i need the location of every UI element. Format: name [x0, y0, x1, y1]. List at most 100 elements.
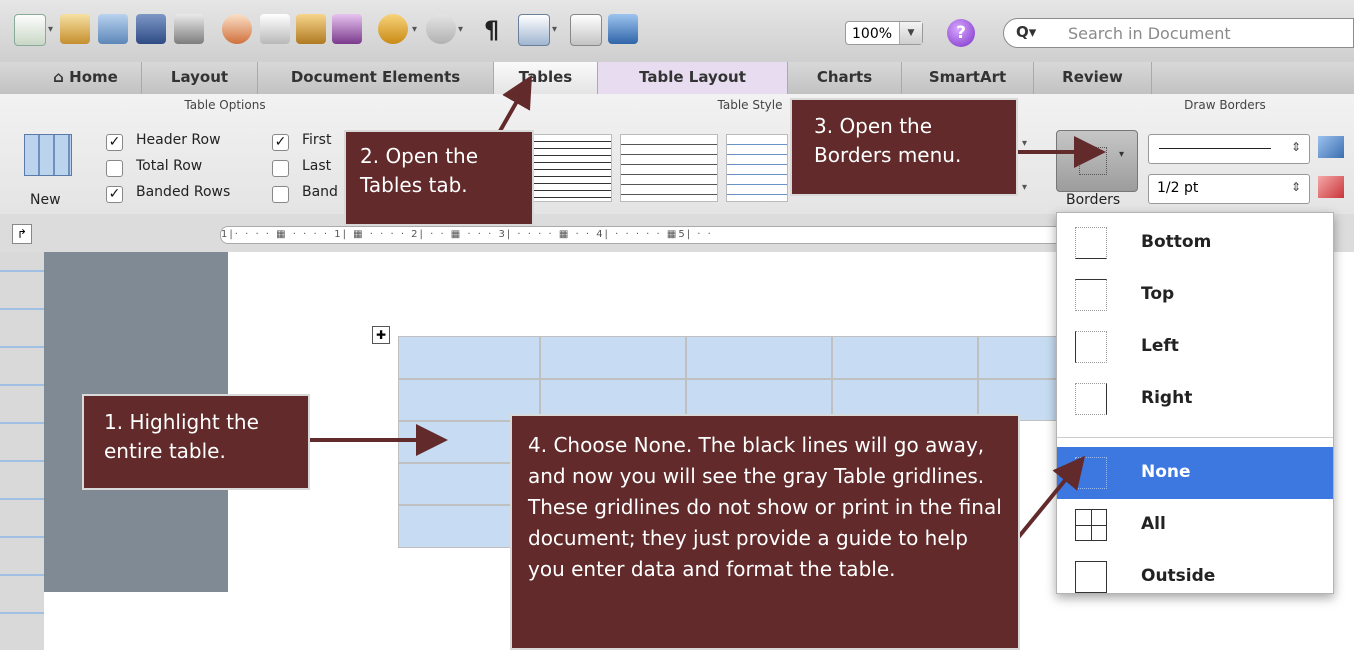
total-row-label: Total Row — [136, 158, 203, 174]
tab-document-elements[interactable]: Document Elements — [258, 62, 494, 94]
first-column-label: First — [302, 132, 332, 148]
draw-table-pencil-icon[interactable] — [1318, 136, 1344, 158]
menu-item-bottom-label: Bottom — [1141, 232, 1212, 252]
callout-step-2: 2. Open the Tables tab. — [344, 130, 534, 226]
print-icon[interactable] — [174, 14, 204, 44]
border-right-icon — [1075, 383, 1107, 415]
table-cell[interactable] — [398, 336, 540, 379]
new-table-label: New — [30, 192, 61, 208]
callout-step-4: 4. Choose None. The black lines will go … — [510, 414, 1020, 650]
chevron-down-icon[interactable]: ▾ — [552, 24, 557, 35]
tab-review-label: Review — [1062, 68, 1123, 86]
paste-icon[interactable] — [296, 14, 326, 44]
table-cell[interactable] — [686, 336, 832, 379]
chevron-down-icon[interactable]: ▾ — [48, 24, 53, 35]
copy-icon[interactable] — [260, 14, 290, 44]
table-cell[interactable] — [832, 336, 978, 379]
banded-rows-label: Banded Rows — [136, 184, 231, 200]
first-column-checkbox[interactable]: ✓ — [272, 134, 289, 151]
tab-smartart[interactable]: SmartArt — [902, 62, 1034, 94]
tab-smartart-label: SmartArt — [928, 68, 1007, 86]
banded-columns-checkbox[interactable] — [272, 186, 289, 203]
tab-home-label: Home — [69, 68, 118, 86]
save-icon[interactable] — [136, 14, 166, 44]
gallery-icon[interactable] — [60, 14, 90, 44]
menu-item-left[interactable]: Left — [1057, 321, 1333, 373]
border-outside-icon — [1075, 561, 1107, 593]
tab-charts-label: Charts — [816, 68, 873, 86]
borders-icon — [1079, 147, 1107, 175]
menu-item-bottom[interactable]: Bottom — [1057, 217, 1333, 269]
tab-home[interactable]: ⌂ Home — [30, 62, 142, 94]
standard-toolbar: ▾ ▾ ▾ ¶ ▾ 100% ▼ ? Q▾ Search in Document — [0, 0, 1354, 63]
borders-label: Borders — [1066, 192, 1121, 208]
tab-charts[interactable]: Charts — [788, 62, 902, 94]
table-move-handle-icon[interactable]: ✚ — [372, 326, 390, 344]
sidebar-icon[interactable] — [518, 14, 550, 46]
table-style-thumbnail[interactable] — [530, 134, 612, 202]
menu-item-outside[interactable]: Outside — [1057, 551, 1333, 603]
table-cell[interactable] — [978, 336, 1058, 379]
stepper-icon: ⇕ — [1291, 180, 1302, 194]
last-column-label: Last — [302, 158, 332, 174]
line-weight-select[interactable]: 1/2 pt ⇕ — [1148, 174, 1310, 204]
search-field[interactable]: Q▾ Search in Document — [1003, 18, 1354, 48]
search-icon[interactable]: Q▾ — [1016, 23, 1036, 41]
chevron-down-icon[interactable]: ▾ — [1022, 138, 1027, 149]
menu-item-all[interactable]: All — [1057, 499, 1333, 551]
last-column-checkbox[interactable] — [272, 160, 289, 177]
undo-icon[interactable] — [378, 14, 408, 44]
border-none-icon — [1075, 457, 1107, 489]
menu-item-none[interactable]: None — [1057, 447, 1333, 499]
stepper-icon: ⇕ — [1291, 140, 1302, 154]
header-row-checkbox[interactable]: ✓ — [106, 134, 123, 151]
tab-stop-icon[interactable]: ↱ — [12, 224, 32, 244]
menu-item-all-label: All — [1141, 514, 1166, 534]
help-icon[interactable]: ? — [947, 19, 975, 47]
line-weight-value: 1/2 pt — [1157, 180, 1199, 196]
tab-tables[interactable]: Tables — [494, 62, 598, 94]
menu-item-outside-label: Outside — [1141, 566, 1216, 586]
menu-item-top[interactable]: Top — [1057, 269, 1333, 321]
banded-columns-label: Band — [302, 184, 338, 200]
new-document-icon[interactable] — [14, 14, 46, 46]
borders-button[interactable]: ▾ — [1056, 130, 1138, 192]
chevron-down-icon: ▾ — [1119, 149, 1125, 160]
header-row-label: Header Row — [136, 132, 221, 148]
eraser-icon[interactable] — [1318, 176, 1344, 198]
border-bottom-icon — [1075, 227, 1107, 259]
ruler-scale[interactable]: 1|· · · · ▦ · · · · 1| ▦ · · · · 2| · · … — [220, 226, 1082, 244]
tab-layout[interactable]: Layout — [142, 62, 258, 94]
chevron-down-icon[interactable]: ▾ — [458, 24, 463, 35]
menu-item-right[interactable]: Right — [1057, 373, 1333, 425]
zoom-select[interactable]: 100% ▼ — [845, 21, 923, 45]
table-cell[interactable] — [540, 336, 686, 379]
menu-divider — [1057, 437, 1333, 438]
chevron-down-icon[interactable]: ▼ — [899, 22, 922, 44]
tab-review[interactable]: Review — [1034, 62, 1152, 94]
callout-step-2-text: 2. Open the Tables tab. — [360, 144, 479, 197]
chevron-down-icon[interactable]: ▾ — [1022, 182, 1027, 193]
draw-borders-title: Draw Borders — [1184, 98, 1266, 112]
total-row-checkbox[interactable] — [106, 160, 123, 177]
cut-icon[interactable] — [222, 14, 252, 44]
search-placeholder: Search in Document — [1068, 24, 1231, 43]
callout-step-3: 3. Open the Borders menu. — [790, 98, 1018, 196]
tab-tables-label: Tables — [518, 68, 573, 86]
menu-item-top-label: Top — [1141, 284, 1175, 304]
open-folder-icon[interactable] — [98, 14, 128, 44]
line-style-select[interactable]: ⇕ — [1148, 134, 1310, 164]
new-table-icon[interactable] — [24, 134, 72, 176]
redo-icon[interactable] — [426, 14, 456, 44]
banded-rows-checkbox[interactable]: ✓ — [106, 186, 123, 203]
tab-table-layout[interactable]: Table Layout — [598, 62, 788, 94]
border-all-icon — [1075, 509, 1107, 541]
table-style-thumbnail[interactable] — [620, 134, 718, 202]
table-style-thumbnail[interactable] — [726, 134, 788, 202]
ribbon-tab-bar: ⌂ Home Layout Document Elements Tables T… — [0, 62, 1354, 95]
toolbox-icon[interactable] — [570, 14, 602, 46]
chevron-down-icon[interactable]: ▾ — [412, 24, 417, 35]
media-browser-icon[interactable] — [608, 14, 638, 44]
pilcrow-icon[interactable]: ¶ — [484, 16, 499, 44]
format-painter-icon[interactable] — [332, 14, 362, 44]
